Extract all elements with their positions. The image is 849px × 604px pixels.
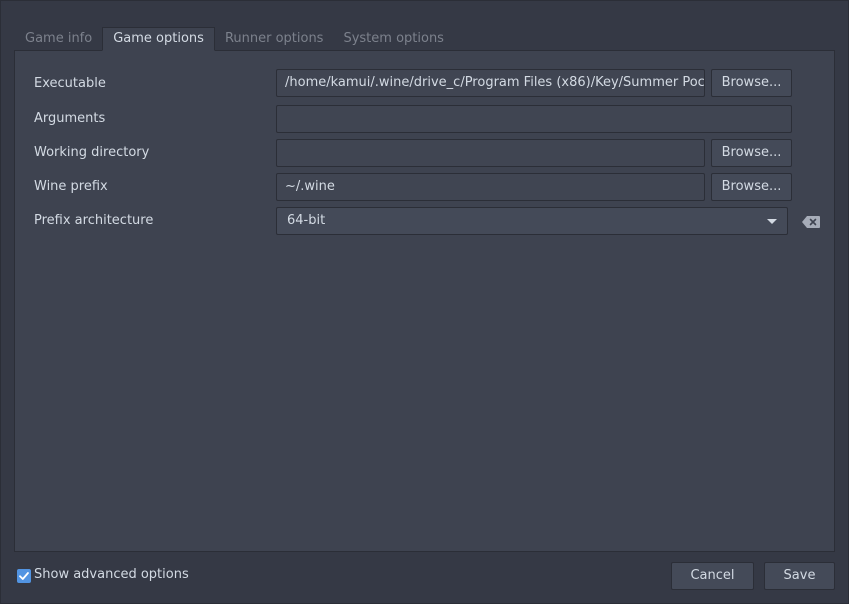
working-directory-browse-button[interactable]: Browse...	[711, 139, 792, 167]
wine-prefix-browse-button[interactable]: Browse...	[711, 173, 792, 201]
tab-game-info[interactable]: Game info	[15, 27, 102, 51]
wine-prefix-input[interactable]: ~/.wine	[276, 173, 705, 201]
clear-icon[interactable]	[802, 216, 820, 228]
working-directory-label: Working directory	[34, 145, 150, 160]
arguments-label: Arguments	[34, 111, 106, 126]
tab-runner-options[interactable]: Runner options	[215, 27, 334, 51]
tab-system-options[interactable]: System options	[333, 27, 454, 51]
prefix-architecture-label: Prefix architecture	[34, 213, 154, 228]
cancel-button[interactable]: Cancel	[671, 562, 754, 590]
chevron-down-icon	[767, 219, 777, 224]
checkmark-icon	[19, 572, 29, 580]
prefix-architecture-select[interactable]: 64-bit	[276, 207, 788, 235]
executable-browse-button[interactable]: Browse...	[711, 69, 792, 97]
show-advanced-label[interactable]: Show advanced options	[34, 567, 189, 582]
game-options-panel: Executable /home/kamui/.wine/drive_c/Pro…	[14, 50, 835, 552]
executable-label: Executable	[34, 76, 106, 91]
working-directory-input[interactable]	[276, 139, 705, 167]
executable-input[interactable]: /home/kamui/.wine/drive_c/Program Files …	[276, 69, 705, 97]
wine-prefix-label: Wine prefix	[34, 179, 108, 194]
arguments-input[interactable]	[276, 105, 792, 133]
prefix-architecture-value: 64-bit	[287, 213, 326, 228]
tab-game-options[interactable]: Game options	[102, 27, 215, 51]
tab-bar: Game info Game options Runner options Sy…	[15, 27, 454, 51]
save-button[interactable]: Save	[764, 562, 835, 590]
show-advanced-checkbox[interactable]	[17, 569, 31, 583]
